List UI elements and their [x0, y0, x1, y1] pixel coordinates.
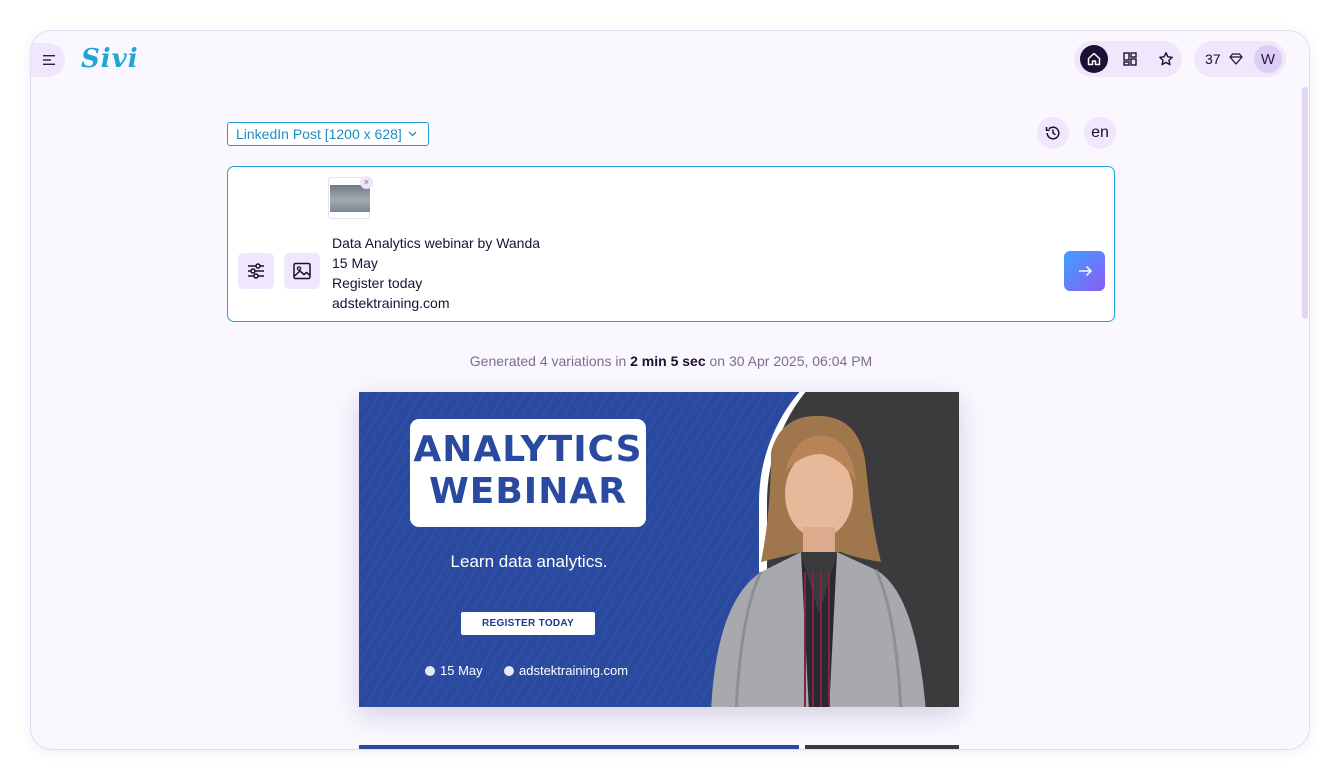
app-logo[interactable]: Sivi	[81, 44, 139, 74]
design-subtitle: Learn data analytics.	[450, 552, 608, 571]
history-icon	[1045, 126, 1060, 140]
prompt-input[interactable]: Data Analytics webinar by Wanda 15 May R…	[332, 233, 540, 313]
chevron-down-icon	[408, 131, 417, 137]
diamond-icon	[1228, 53, 1243, 65]
remove-attachment-button[interactable]: ×	[360, 176, 373, 189]
generate-button[interactable]	[1064, 251, 1105, 291]
templates-button[interactable]	[1116, 45, 1144, 73]
scrollbar[interactable]	[1302, 87, 1308, 319]
credits-count: 37	[1205, 51, 1221, 67]
format-select-label: LinkedIn Post [1200 x 628]	[236, 126, 402, 142]
design-title-line1: ANALYTICS	[413, 429, 643, 470]
design-date: 15 May	[425, 663, 483, 678]
language-button[interactable]: en	[1084, 117, 1116, 149]
prompt-box[interactable]: × Data Analytics webinar by Wanda 15 May…	[227, 166, 1115, 322]
generation-info: Generated 4 variations in 2 min 5 sec on…	[31, 353, 1309, 369]
home-button[interactable]	[1080, 45, 1108, 73]
attachment-image	[330, 185, 370, 212]
generation-suffix: on 30 Apr 2025, 06:04 PM	[709, 353, 873, 369]
design-preview[interactable]: ANALYTICS WEBINAR Learn data analytics. …	[359, 392, 959, 707]
format-select[interactable]: LinkedIn Post [1200 x 628]	[227, 122, 429, 146]
attachment-thumbnail[interactable]: ×	[328, 176, 373, 219]
design-title-box: ANALYTICS WEBINAR	[410, 419, 646, 527]
star-icon	[1159, 52, 1173, 66]
presenter-photo	[711, 415, 926, 707]
generation-prefix: Generated 4 variations in	[469, 353, 627, 369]
add-image-button[interactable]	[284, 253, 320, 289]
home-icon	[1087, 52, 1101, 66]
grid-icon	[1123, 52, 1137, 66]
image-icon	[293, 262, 311, 280]
generation-duration: 2 min 5 sec	[630, 353, 706, 369]
menu-button[interactable]	[31, 43, 65, 77]
favorites-button[interactable]	[1152, 45, 1180, 73]
globe-icon	[504, 665, 514, 676]
sliders-icon	[248, 263, 264, 279]
hamburger-menu-icon	[43, 55, 55, 65]
settings-button[interactable]	[238, 253, 274, 289]
history-button[interactable]	[1037, 117, 1069, 149]
credits-pill[interactable]: 37 W	[1194, 41, 1286, 77]
design-cta: REGISTER TODAY	[461, 612, 595, 635]
design-preview-2[interactable]	[359, 745, 959, 749]
user-avatar[interactable]: W	[1254, 45, 1282, 73]
app-window: Sivi 37 W LinkedIn Post [1200 x 628] en …	[30, 30, 1310, 750]
design-website-text: adstektraining.com	[519, 663, 629, 678]
design-2-photo-backdrop	[799, 745, 959, 749]
arrow-right-icon	[1078, 265, 1092, 277]
design-website: adstektraining.com	[504, 663, 628, 678]
design-title-line2: WEBINAR	[429, 471, 627, 512]
main-nav	[1074, 41, 1182, 77]
calendar-icon	[425, 665, 435, 676]
design-date-text: 15 May	[440, 663, 483, 678]
